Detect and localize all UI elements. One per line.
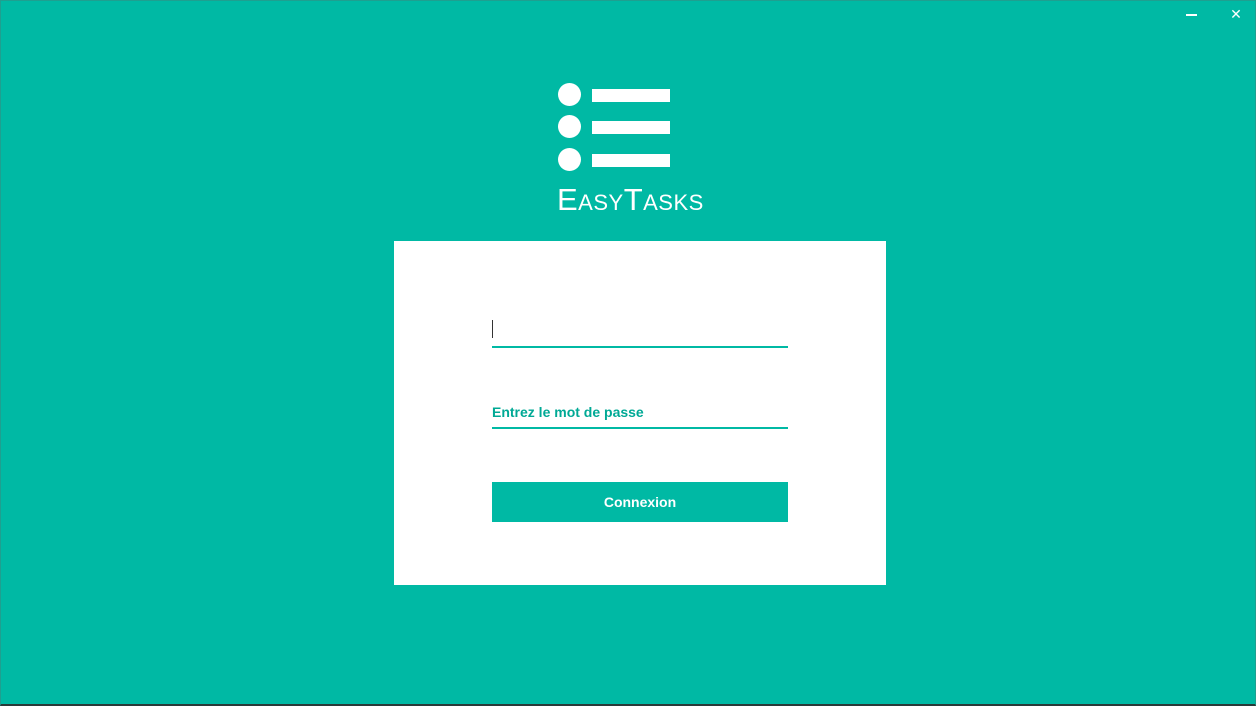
close-button[interactable]: ✕ [1222, 4, 1250, 26]
username-input[interactable] [492, 314, 788, 346]
minimize-icon [1185, 14, 1197, 16]
text-caret [492, 320, 493, 338]
password-input[interactable] [492, 396, 788, 428]
logo-bullet [558, 115, 581, 138]
logo-row [558, 148, 670, 172]
logo-line [592, 89, 670, 102]
logo-bullet [558, 148, 581, 171]
logo-line [592, 121, 670, 134]
login-button[interactable]: Connexion [492, 482, 788, 522]
logo-bullet [558, 83, 581, 106]
logo-line [592, 154, 670, 167]
app-name: EasyTasks [557, 182, 704, 217]
logo-row [558, 115, 670, 139]
logo-row [558, 83, 670, 107]
username-field[interactable] [492, 314, 788, 348]
close-icon: ✕ [1230, 7, 1242, 23]
minimize-button[interactable] [1177, 4, 1205, 26]
login-card: Connexion [394, 241, 886, 585]
app-logo: EasyTasks [557, 82, 727, 217]
password-field[interactable] [492, 395, 788, 429]
